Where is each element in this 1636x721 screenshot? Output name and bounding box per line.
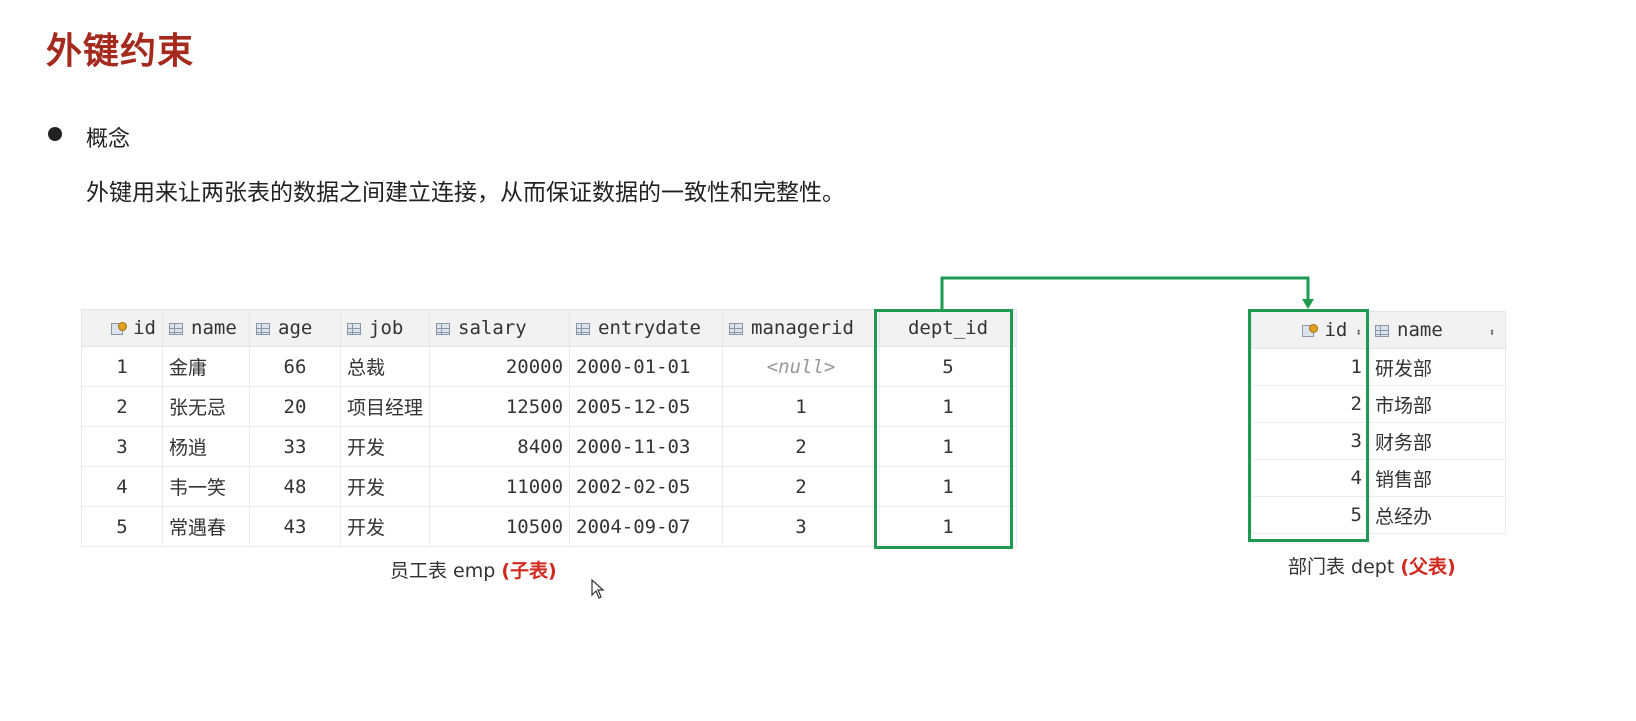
foreign-key-arrow (940, 276, 1314, 309)
mouse-cursor-icon (591, 579, 605, 599)
dept-caption: 部门表 dept (父表) (1288, 556, 1456, 578)
emp-caption: 员工表 emp (子表) (390, 560, 557, 582)
